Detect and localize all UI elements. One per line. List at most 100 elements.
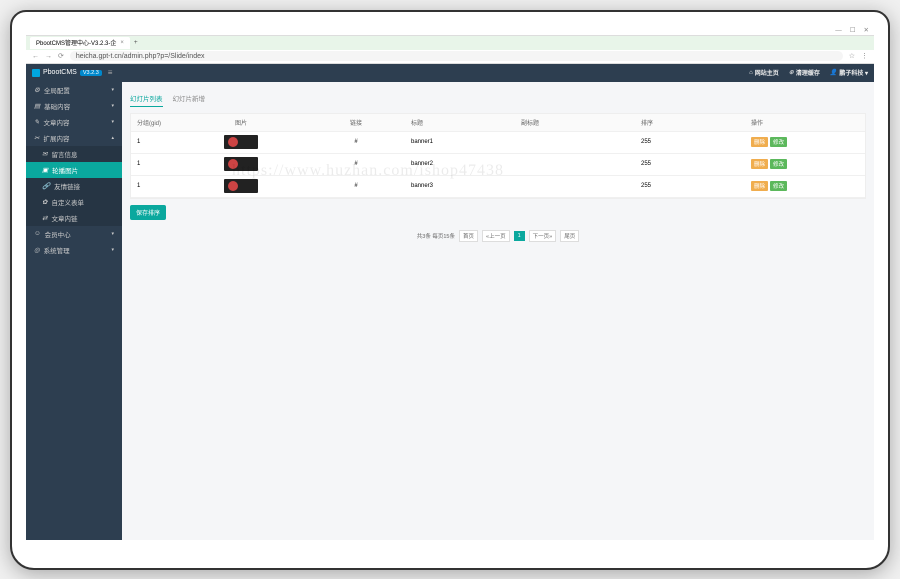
hamburger-icon[interactable]: ≡: [108, 68, 113, 77]
browser-tabbar: PbootCMS管理中心-V3.2.3-企 × +: [26, 36, 874, 50]
col-title: 标题: [411, 118, 521, 127]
logo-icon: [32, 69, 40, 77]
col-link: 链接: [301, 118, 411, 127]
sidebar-item[interactable]: ☺会员中心▾: [26, 226, 122, 242]
pagination: 共3条 每页15条 首页 «上一页 1 下一页» 尾页: [130, 230, 866, 242]
sidebar-item[interactable]: ⇄ 文章内链: [26, 210, 122, 226]
sidebar-item[interactable]: ⚙全局配置▾: [26, 82, 122, 98]
chevron-icon: ▾: [111, 247, 114, 253]
cell-actions: 删除修改: [741, 137, 865, 147]
table-row: 1#banner1255删除修改: [131, 132, 865, 154]
menu-item-label: 会员中心: [45, 229, 71, 239]
cell-gid: 1: [131, 161, 181, 167]
pager-first[interactable]: 首页: [459, 230, 478, 242]
cell-image: [181, 135, 301, 149]
col-sort: 排序: [641, 118, 741, 127]
version-badge: V3.2.3: [80, 70, 102, 76]
col-actions: 操作: [741, 118, 865, 127]
cell-link: #: [301, 139, 411, 145]
table-header: 分组(gid) 图片 链接 标题 副标题 排序 操作: [131, 114, 865, 132]
thumbnail[interactable]: [224, 179, 258, 193]
browser-tab[interactable]: PbootCMS管理中心-V3.2.3-企 ×: [30, 37, 130, 49]
thumbnail[interactable]: [224, 157, 258, 171]
sidebar-item[interactable]: ◎系统管理▾: [26, 242, 122, 258]
link-home[interactable]: ⌂网站主页: [749, 68, 779, 77]
delete-button[interactable]: 删除: [751, 137, 768, 147]
pager-prev[interactable]: «上一页: [482, 230, 510, 242]
user-icon: 👤: [830, 69, 837, 76]
add-tab-button[interactable]: +: [134, 39, 138, 46]
sidebar-item[interactable]: ▤基础内容▾: [26, 98, 122, 114]
home-icon: ⌂: [749, 70, 753, 76]
menu-item-label: 全局配置: [44, 85, 70, 95]
cell-gid: 1: [131, 139, 181, 145]
delete-button[interactable]: 删除: [751, 159, 768, 169]
menu-item-icon: ⇄: [42, 214, 47, 222]
chevron-icon: ▾: [111, 231, 114, 237]
tab-add[interactable]: 幻灯片新增: [173, 90, 206, 107]
menu-item-icon: ▣: [42, 166, 48, 174]
table-row: 1#banner3255删除修改: [131, 176, 865, 198]
cell-sort: 255: [641, 161, 741, 167]
thumbnail[interactable]: [224, 135, 258, 149]
close-tab-icon[interactable]: ×: [120, 40, 124, 46]
win-max[interactable]: ☐: [850, 26, 856, 34]
save-sort-button[interactable]: 保存排序: [130, 205, 166, 220]
win-close[interactable]: ✕: [864, 26, 869, 34]
pager-current[interactable]: 1: [514, 231, 525, 241]
chevron-icon: ▾: [111, 87, 114, 93]
cell-actions: 删除修改: [741, 181, 865, 191]
nav-reload-icon[interactable]: ⟳: [58, 52, 64, 60]
url-input[interactable]: heicha.gpt-t.cn/admin.php?p=/Slide/index: [70, 51, 843, 61]
cell-actions: 删除修改: [741, 159, 865, 169]
table-row: 1#banner2255删除修改: [131, 154, 865, 176]
win-min[interactable]: —: [835, 27, 842, 34]
cell-link: #: [301, 183, 411, 189]
delete-button[interactable]: 删除: [751, 181, 768, 191]
link-user[interactable]: 👤鹏子科技 ▾: [830, 68, 868, 77]
tab-title: PbootCMS管理中心-V3.2.3-企: [36, 38, 116, 47]
brand-text: PbootCMS: [43, 69, 77, 76]
menu-item-label: 文章内容: [43, 117, 69, 127]
bookmark-icon[interactable]: ☆: [849, 52, 855, 60]
sidebar-item[interactable]: ✎ 文章内容 ▾: [26, 114, 122, 130]
menu-item-icon: ▤: [34, 102, 40, 110]
pager-info: 共3条 每页15条: [417, 232, 455, 240]
menu-item-label: 文章内链: [51, 213, 77, 223]
menu-item-label: 基础内容: [44, 101, 70, 111]
cell-title: banner2: [411, 161, 521, 167]
brand-logo[interactable]: PbootCMS V3.2.3: [32, 69, 102, 77]
menu-item-icon: ✎: [34, 118, 39, 126]
pager-last[interactable]: 尾页: [560, 230, 579, 242]
sidebar-item[interactable]: 🔗友情链接: [26, 178, 122, 194]
sidebar-item[interactable]: ✉ 留言信息: [26, 146, 122, 162]
edit-button[interactable]: 修改: [770, 181, 787, 191]
menu-item-icon: ✉: [42, 150, 47, 158]
header-links: ⌂网站主页 ⊕清理缓存 👤鹏子科技 ▾: [749, 68, 868, 77]
chevron-icon: ▾: [111, 119, 114, 125]
menu-icon[interactable]: ⋮: [861, 52, 868, 60]
content-area: 幻灯片列表 幻灯片新增 分组(gid) 图片 链接 标题 副标题 排序 操作 1…: [122, 82, 874, 540]
edit-button[interactable]: 修改: [770, 159, 787, 169]
tab-list[interactable]: 幻灯片列表: [130, 90, 163, 107]
sidebar-item[interactable]: ✿自定义表单: [26, 194, 122, 210]
col-image: 图片: [181, 118, 301, 127]
menu-item-icon: ✿: [42, 198, 47, 206]
menu-item-icon: 🔗: [42, 182, 50, 190]
cell-title: banner1: [411, 139, 521, 145]
cell-sort: 255: [641, 183, 741, 189]
menu-item-label: 扩展内容: [43, 133, 69, 143]
browser-addressbar: ← → ⟳ heicha.gpt-t.cn/admin.php?p=/Slide…: [26, 50, 874, 64]
pager-next[interactable]: 下一页»: [529, 230, 557, 242]
menu-item-icon: ◎: [34, 246, 40, 254]
nav-back-icon[interactable]: ←: [32, 53, 39, 60]
sidebar-item[interactable]: ✂扩展内容▴: [26, 130, 122, 146]
cell-sort: 255: [641, 139, 741, 145]
menu-item-label: 留言信息: [51, 149, 77, 159]
edit-button[interactable]: 修改: [770, 137, 787, 147]
nav-forward-icon[interactable]: →: [45, 53, 52, 60]
sidebar-item[interactable]: ▣ 轮播图片: [26, 162, 122, 178]
menu-item-label: 轮播图片: [52, 165, 78, 175]
chevron-icon: ▴: [111, 135, 114, 141]
link-cache[interactable]: ⊕清理缓存: [789, 68, 820, 77]
